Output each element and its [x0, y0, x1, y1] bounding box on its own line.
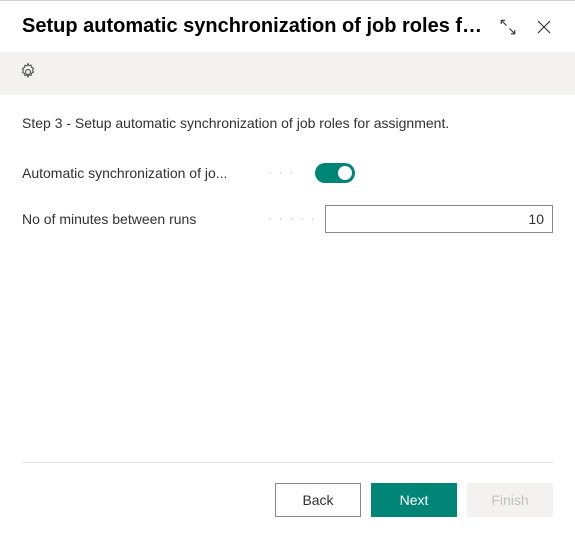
dots-separator: · · · · · [262, 213, 323, 225]
toolbar [0, 52, 575, 95]
auto-sync-label: Automatic synchronization of jo... [22, 165, 262, 181]
finish-button: Finish [467, 483, 553, 517]
expand-icon[interactable] [497, 16, 519, 38]
minutes-input[interactable] [325, 205, 553, 233]
next-button[interactable]: Next [371, 483, 457, 517]
minutes-label: No of minutes between runs [22, 211, 262, 227]
step-description: Step 3 - Setup automatic synchronization… [22, 115, 553, 131]
dots-separator: · · · [262, 167, 301, 179]
auto-sync-toggle[interactable] [315, 163, 355, 183]
dialog-title: Setup automatic synchronization of job r… [22, 15, 497, 38]
close-icon[interactable] [533, 16, 555, 38]
back-button[interactable]: Back [275, 483, 361, 517]
gear-icon [18, 62, 38, 85]
